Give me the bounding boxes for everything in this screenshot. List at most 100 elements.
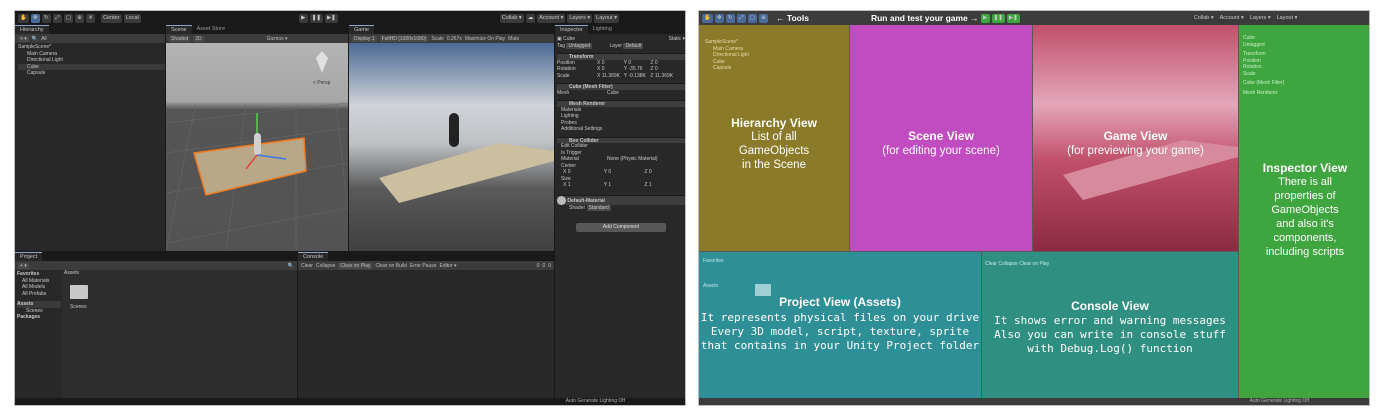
- tab-inspector[interactable]: Inspector: [555, 25, 588, 34]
- pivot-toggle[interactable]: Center: [101, 13, 122, 23]
- size-z[interactable]: 1: [649, 182, 652, 188]
- collapse-button[interactable]: Collapse: [316, 263, 335, 269]
- tag-dropdown[interactable]: Untagged: [566, 42, 593, 49]
- error-count[interactable]: 0: [548, 263, 551, 269]
- display-dropdown[interactable]: Display 1: [352, 35, 377, 42]
- project-search-icon[interactable]: 🔍: [288, 263, 294, 269]
- hierarchy-item-capsule[interactable]: Capsule: [18, 70, 165, 77]
- add-icon[interactable]: + ▾: [18, 35, 29, 42]
- scene-viewport[interactable]: < Persp: [166, 43, 348, 251]
- layout-dropdown[interactable]: Layout ▾: [594, 13, 619, 23]
- gizmos-dropdown[interactable]: Gizmos ▾: [267, 36, 288, 42]
- tab-lighting[interactable]: Lighting: [587, 25, 617, 34]
- tab-console[interactable]: Console: [298, 252, 329, 261]
- info-count[interactable]: 0: [537, 263, 540, 269]
- size-y[interactable]: 1: [608, 182, 644, 189]
- tab-project[interactable]: Project: [15, 252, 43, 261]
- object-name-field[interactable]: Cube: [563, 36, 575, 42]
- material-header[interactable]: Default-Material: [557, 194, 685, 205]
- search-filter-label: All: [41, 35, 47, 42]
- annot-favorites: Favorites: [703, 258, 724, 264]
- scale-x[interactable]: 11.369K: [602, 73, 624, 80]
- console-title: Console View: [1071, 299, 1149, 313]
- clear-on-play-toggle[interactable]: Clear on Play: [338, 262, 373, 269]
- error-pause-toggle[interactable]: Error Pause: [410, 263, 437, 269]
- center-x[interactable]: 0: [568, 169, 604, 176]
- clear-button[interactable]: Clear: [301, 263, 313, 269]
- annot-hand-tool-icon[interactable]: ✋: [702, 13, 713, 23]
- static-toggle[interactable]: Static ▾: [669, 36, 685, 43]
- custom-tool-icon[interactable]: ✕: [86, 13, 96, 23]
- account-dropdown[interactable]: Account ▾: [537, 13, 566, 23]
- layers-dropdown[interactable]: Layers ▾: [567, 13, 593, 23]
- annot-collab-button[interactable]: Collab ▾: [1191, 13, 1216, 23]
- inspector-title: Inspector View: [1262, 161, 1348, 175]
- project-breadcrumb[interactable]: Assets: [62, 270, 297, 277]
- space-toggle[interactable]: Local: [123, 13, 141, 23]
- move-tool-icon[interactable]: ✥: [30, 13, 40, 23]
- add-component-button[interactable]: Add Component: [576, 223, 666, 232]
- tab-asset-store[interactable]: Asset Store: [191, 25, 231, 34]
- tab-scene[interactable]: Scene: [166, 25, 192, 34]
- scale-tool-icon[interactable]: ⤢: [52, 13, 62, 23]
- size-row: X 1Y 1Z 1: [563, 182, 652, 189]
- annot-layers-dropdown[interactable]: Layers ▾: [1247, 13, 1273, 23]
- packages-folder[interactable]: Packages: [17, 314, 61, 321]
- position-z[interactable]: 0: [655, 60, 658, 66]
- game-viewport[interactable]: [349, 43, 554, 251]
- warning-count[interactable]: 0: [542, 263, 545, 269]
- annot-move-tool-icon[interactable]: ✥: [714, 13, 724, 23]
- annot-pause-button[interactable]: ❚❚: [991, 13, 1005, 23]
- step-button[interactable]: ▶❚: [324, 13, 338, 23]
- annot-layout-dropdown[interactable]: Layout ▾: [1274, 13, 1300, 23]
- rotation-z[interactable]: 0: [655, 66, 658, 72]
- mesh-field[interactable]: Cube: [607, 90, 619, 96]
- center-y[interactable]: 0: [608, 169, 644, 176]
- transform-tool-icon[interactable]: ⊕: [75, 13, 85, 23]
- annot-transform-tool-icon[interactable]: ⊕: [759, 13, 769, 23]
- tab-hierarchy[interactable]: Hierarchy: [15, 25, 49, 34]
- layer-label: Layer: [609, 42, 623, 49]
- shader-dropdown[interactable]: Standard: [586, 204, 611, 211]
- collab-button[interactable]: Collab ▾: [499, 13, 524, 23]
- scenes-folder-label[interactable]: Scenes: [70, 304, 87, 311]
- annot-scale: Scale: [1243, 70, 1256, 77]
- annot-clear-on-play: Clear on Play: [1019, 261, 1050, 267]
- create-icon[interactable]: + ▾: [18, 262, 29, 269]
- capsule-object[interactable]: [254, 133, 261, 155]
- scenes-folder-icon[interactable]: [70, 285, 88, 299]
- collider-material-field[interactable]: None (Physic Material): [607, 156, 658, 162]
- annot-rotate-tool-icon[interactable]: ↻: [725, 13, 735, 23]
- maximize-on-play-toggle[interactable]: Maximize On Play: [465, 36, 505, 42]
- hierarchy-search-bar[interactable]: + ▾ 🔍 All: [15, 34, 165, 43]
- play-button[interactable]: ▶: [298, 13, 308, 23]
- scene-orientation-gizmo[interactable]: [316, 51, 328, 73]
- layer-dropdown[interactable]: Default: [623, 42, 644, 49]
- tab-game[interactable]: Game: [349, 25, 374, 34]
- scale-y[interactable]: -0.138K: [628, 73, 650, 80]
- mute-toggle[interactable]: Mute: [508, 36, 519, 42]
- cloud-icon[interactable]: ☁: [525, 13, 536, 23]
- annot-play-button[interactable]: ▶: [980, 13, 990, 23]
- scale-value[interactable]: 0.267x: [447, 36, 462, 42]
- annot-inspector-fields: Cube Untagged Transform Position Rotatio…: [1243, 35, 1284, 96]
- additional-settings-section[interactable]: Additional Settings: [557, 126, 685, 133]
- annot-scale-tool-icon[interactable]: ⤢: [736, 13, 746, 23]
- shading-dropdown[interactable]: Shaded: [169, 35, 191, 42]
- center-z[interactable]: 0: [649, 169, 652, 175]
- annot-rect-tool-icon[interactable]: ▢: [747, 13, 758, 23]
- size-x[interactable]: 1: [568, 182, 604, 189]
- pause-button[interactable]: ❚❚: [309, 13, 323, 23]
- annot-account-dropdown[interactable]: Account ▾: [1217, 13, 1246, 23]
- plane-object[interactable]: [193, 137, 307, 196]
- rotate-tool-icon[interactable]: ↻: [41, 13, 51, 23]
- scale-z[interactable]: 11.369K: [655, 73, 673, 79]
- rect-tool-icon[interactable]: ▢: [63, 13, 74, 23]
- annot-step-button[interactable]: ▶❚: [1006, 13, 1020, 23]
- resolution-dropdown[interactable]: FullHD (1920x1080): [379, 35, 429, 42]
- hand-tool-icon[interactable]: ✋: [18, 13, 29, 23]
- all-prefabs[interactable]: All Prefabs: [17, 291, 61, 298]
- editor-dropdown[interactable]: Editor ▾: [440, 263, 457, 269]
- 2d-toggle[interactable]: 2D: [193, 35, 204, 42]
- clear-on-build-toggle[interactable]: Clear on Build: [375, 263, 406, 269]
